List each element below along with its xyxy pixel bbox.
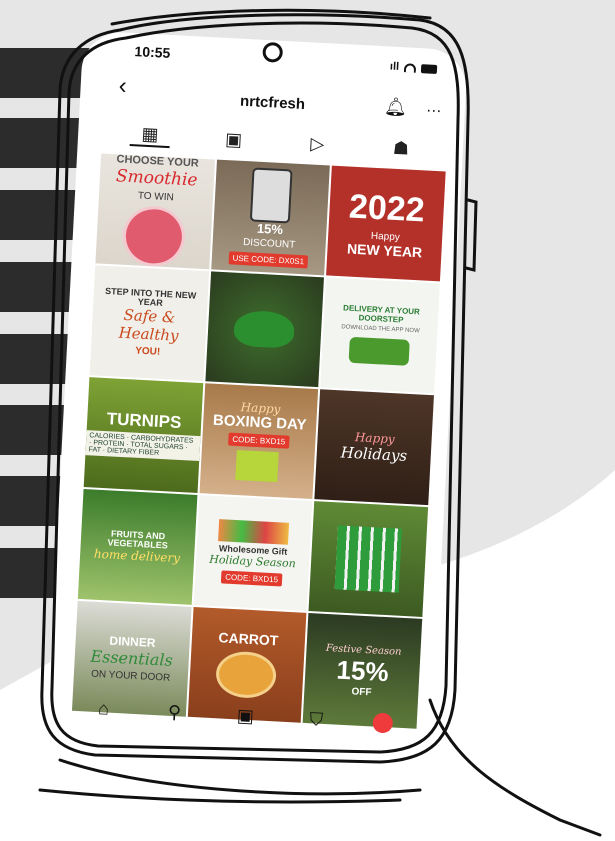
post-tile[interactable]: 15% DISCOUNT USE CODE: DX0S1 [210,159,331,276]
post-tile[interactable]: STEP INTO THE NEW YEAR Safe & Healthy YO… [89,265,209,382]
post-tile[interactable]: Happy Holidays [314,389,434,506]
camera-notch [262,41,284,63]
post-tile[interactable] [308,501,429,617]
tile-title: 2022 [348,187,426,229]
post-tile[interactable]: 2022 Happy NEW YEAR [326,165,446,282]
grid-tab-icon[interactable]: ▦ [129,122,171,148]
profile-header: ‹ nrtcfresh 🔔︎ … [80,70,466,126]
status-icons: ıll [390,60,438,74]
tile-sub: OFF [351,685,372,698]
crossword-image [334,525,403,593]
tile-title: CARROT [218,628,279,649]
home-icon[interactable]: ⌂ [88,697,119,720]
tile-sub: ON YOUR DOOR [90,668,171,684]
signal-icon: ıll [389,60,400,73]
tagged-tab-icon[interactable]: ☗ [380,137,421,160]
tile-sub: NEW YEAR [346,240,423,260]
shop-icon[interactable]: ⛉ [301,708,332,731]
van-image [348,336,410,366]
post-grid: CHOOSE YOUR Smoothie TO WIN 15% DISCOUNT… [71,153,446,729]
post-tile[interactable]: CHOOSE YOUR Smoothie TO WIN [95,153,215,270]
tile-sub: TO WIN [137,190,175,203]
tile-script: Safe & Healthy [118,306,179,346]
tile-badge: CODE: BXD15 [228,432,290,450]
battery-icon [420,63,438,74]
tile-script: Essentials [90,646,174,670]
search-icon[interactable]: ⚲ [159,701,190,724]
gift-boxes-image [218,518,290,545]
tile-script: Smoothie [115,165,199,191]
post-tile[interactable]: FRUITS AND VEGETABLES home delivery [77,489,198,605]
vegetable-image [233,309,296,349]
gift-box-image [235,450,280,483]
reels-tab-icon[interactable]: ▣ [213,128,254,151]
tile-title: 15% [335,654,390,687]
post-tile[interactable]: DELIVERY AT YOUR DOORSTEP DOWNLOAD THE A… [320,277,440,394]
tile-sub: DOWNLOAD THE APP NOW [341,324,420,335]
post-tile[interactable] [205,271,325,388]
phone-image [250,167,294,224]
more-icon[interactable]: … [426,98,444,117]
post-tile[interactable]: Wholesome Gift Holiday Season CODE: BXD1… [193,495,313,611]
reels-icon[interactable]: ▣ [230,705,261,728]
tile-badge: USE CODE: DX0S1 [228,251,309,269]
tile-title: TURNIPS [106,408,182,432]
bell-icon[interactable]: 🔔︎ [384,96,408,118]
tile-title: BOXING DAY [212,411,308,434]
soup-bowl-image [215,650,278,700]
wifi-icon [403,62,417,73]
post-tile[interactable]: TURNIPS CALORIES · CARBOHYDRATES · PROTE… [83,377,203,493]
tile-title: 15% [256,220,284,237]
nutrition-table: CALORIES · CARBOHYDRATES · PROTEIN · TOT… [85,430,201,462]
phone-screen: 10:55 ıll ‹ nrtcfresh 🔔︎ … ▦ ▣ ▷ ☗ CHOOS… [46,30,469,750]
post-tile[interactable]: Happy BOXING DAY CODE: BXD15 [199,383,319,500]
tile-badge: CODE: BXD15 [220,570,283,587]
status-time: 10:55 [134,43,171,61]
tile-sub: YOU! [134,345,161,359]
smoothie-image [121,204,187,268]
tile-script: Holidays [340,443,408,465]
video-tab-icon[interactable]: ▷ [297,132,338,155]
profile-avatar[interactable] [371,712,393,734]
tile-sub: DISCOUNT [242,237,296,252]
tile-title: DELIVERY AT YOUR DOORSTEP [342,303,421,325]
profile-username: nrtcfresh [239,92,306,114]
